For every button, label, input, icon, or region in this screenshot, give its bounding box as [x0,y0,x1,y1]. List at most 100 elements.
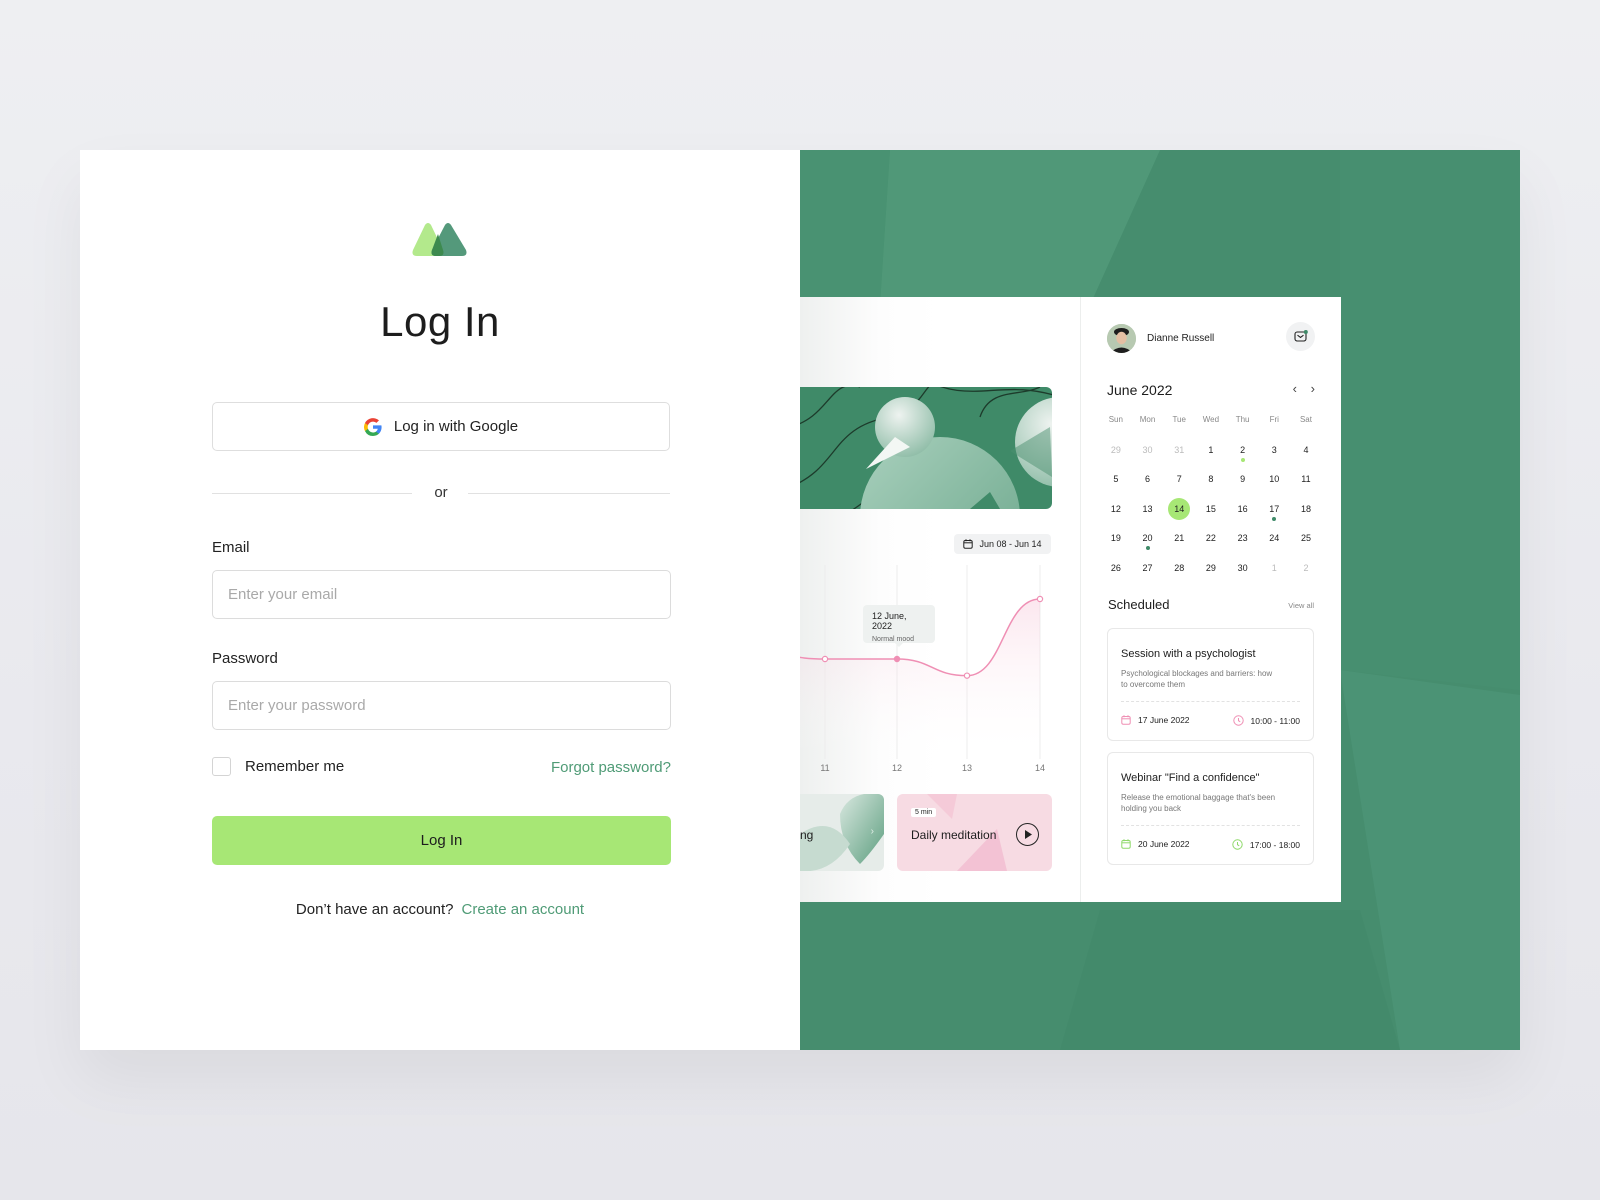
date-range-picker[interactable]: Jun 08 - Jun 14 [954,534,1051,554]
calendar-day-selected[interactable]: 14 [1163,497,1195,534]
messages-button[interactable] [1286,322,1315,351]
calendar-day[interactable]: 3 [1258,445,1290,475]
remember-me[interactable]: Remember me [212,757,344,776]
x-tick-label: 13 [961,763,972,773]
calendar-day[interactable]: 20 [1132,533,1164,563]
day-number: 1 [1271,562,1277,573]
calendar-day[interactable]: 28 [1163,563,1195,593]
meditation-tile[interactable]: 5 min Daily meditation [897,794,1052,871]
calendar-day[interactable]: 26 [1100,563,1132,593]
day-number: 15 [1205,503,1216,514]
day-number: 22 [1205,533,1216,543]
calendar-day[interactable]: 4 [1290,445,1322,475]
calendar-day[interactable]: 2 [1290,563,1322,593]
data-point[interactable] [821,655,829,663]
calendar-day[interactable]: 21 [1163,533,1195,563]
event-title: Webinar "Find a confidence" [1121,772,1260,784]
email-field[interactable] [212,570,671,619]
day-number: 30 [1142,444,1153,455]
calendar-day[interactable]: 6 [1132,474,1164,504]
avatar [1107,324,1136,353]
forgot-password-link[interactable]: Forgot password? [551,759,671,776]
data-point[interactable] [1036,595,1044,603]
showcase-panel: Jun 08 - Jun 14 12 June, 2022 Normal moo… [800,150,1520,1050]
day-number: 4 [1303,444,1309,455]
calendar-day[interactable]: 22 [1195,533,1227,563]
login-panel: Log In Log in with Google or Email Passw… [80,150,800,1050]
remember-checkbox[interactable] [212,757,231,776]
login-button[interactable]: Log In [212,816,671,865]
activity-tile[interactable]: ng › [800,794,884,871]
x-tick-label: 14 [1034,763,1045,773]
event-date: 17 June 2022 [1121,715,1190,725]
email-label: Email [212,539,250,556]
calendar-day[interactable]: 2 [1227,445,1259,475]
calendar-day[interactable]: 19 [1100,533,1132,563]
day-number: 19 [1110,533,1121,543]
dashboard-preview: Jun 08 - Jun 14 12 June, 2022 Normal moo… [800,297,1341,902]
google-login-button[interactable]: Log in with Google [212,402,670,451]
play-button[interactable] [1016,823,1039,846]
scheduled-title: Scheduled [1108,597,1170,612]
page-title: Log In [380,298,500,345]
calendar-day[interactable]: 23 [1227,533,1259,563]
weekday-header: Sun Mon Tue Wed Thu Fri Sat [1100,415,1322,445]
calendar-day[interactable]: 31 [1163,445,1195,475]
highlighted-point[interactable] [893,655,901,663]
day-number: 7 [1176,474,1182,484]
calendar-day[interactable]: 1 [1258,563,1290,593]
create-account-link[interactable]: Create an account [462,901,585,918]
calendar-day[interactable]: 12 [1100,504,1132,534]
calendar-day[interactable]: 9 [1227,474,1259,504]
calendar-day[interactable]: 1 [1195,445,1227,475]
day-number: 31 [1174,444,1185,455]
calendar-month: June 2022 [1107,382,1173,398]
calendar-day[interactable]: 30 [1227,563,1259,593]
day-number: 10 [1269,474,1280,484]
password-label: Password [212,650,278,667]
day-number: 26 [1110,562,1121,573]
scheduled-event-card[interactable]: Webinar "Find a confidence" Release the e… [1107,752,1314,865]
prev-month-button[interactable]: ‹ [1293,381,1297,396]
calendar-day[interactable]: 10 [1258,474,1290,504]
day-number: 6 [1145,474,1151,484]
calendar-week: 12 13 14 15 16 17 18 [1100,497,1322,534]
calendar-day[interactable]: 13 [1132,504,1164,534]
data-point[interactable] [963,672,971,679]
day-number: 23 [1237,533,1248,543]
calendar-week: 26 27 28 29 30 1 2 [1100,563,1322,593]
calendar-grid: Sun Mon Tue Wed Thu Fri Sat 29 30 31 1 2 3 4 5 6 7 8 9 10 11… [1100,415,1322,592]
weekday-label: Sat [1299,415,1312,424]
banner-illustration [800,387,1052,509]
calendar-day[interactable]: 18 [1290,504,1322,534]
password-field[interactable] [212,681,671,730]
day-number: 9 [1240,474,1246,484]
calendar-day[interactable]: 8 [1195,474,1227,504]
calendar-day[interactable]: 30 [1132,445,1164,475]
user-profile[interactable]: Dianne Russell [1107,324,1214,353]
calendar-day[interactable]: 29 [1195,563,1227,593]
x-tick-label: 11 [820,763,830,773]
event-divider [1121,701,1300,702]
chart-tooltip: 12 June, 2022 Normal mood [863,605,935,647]
login-card: Log In Log in with Google or Email Passw… [80,150,1520,1050]
calendar-day[interactable]: 5 [1100,474,1132,504]
google-button-label: Log in with Google [393,418,519,435]
calendar-day[interactable]: 25 [1290,533,1322,563]
calendar-day[interactable]: 17 [1258,504,1290,534]
next-month-button[interactable]: › [1311,381,1315,396]
day-number: 2 [1303,562,1309,573]
calendar-day[interactable]: 27 [1132,563,1164,593]
view-all-link[interactable]: View all [1288,601,1314,610]
scheduled-event-card[interactable]: Session with a psychologist Psychological… [1107,628,1314,741]
calendar-week: 29 30 31 1 2 3 4 [1100,445,1322,475]
or-divider: or [212,483,670,503]
weekday-label: Mon [1139,415,1156,424]
calendar-day[interactable]: 15 [1195,504,1227,534]
calendar-day[interactable]: 24 [1258,533,1290,563]
day-number: 27 [1142,562,1153,573]
calendar-day[interactable]: 16 [1227,504,1259,534]
calendar-day[interactable]: 11 [1290,474,1322,504]
calendar-day[interactable]: 29 [1100,445,1132,475]
weekday-label: Fri [1269,415,1279,424]
